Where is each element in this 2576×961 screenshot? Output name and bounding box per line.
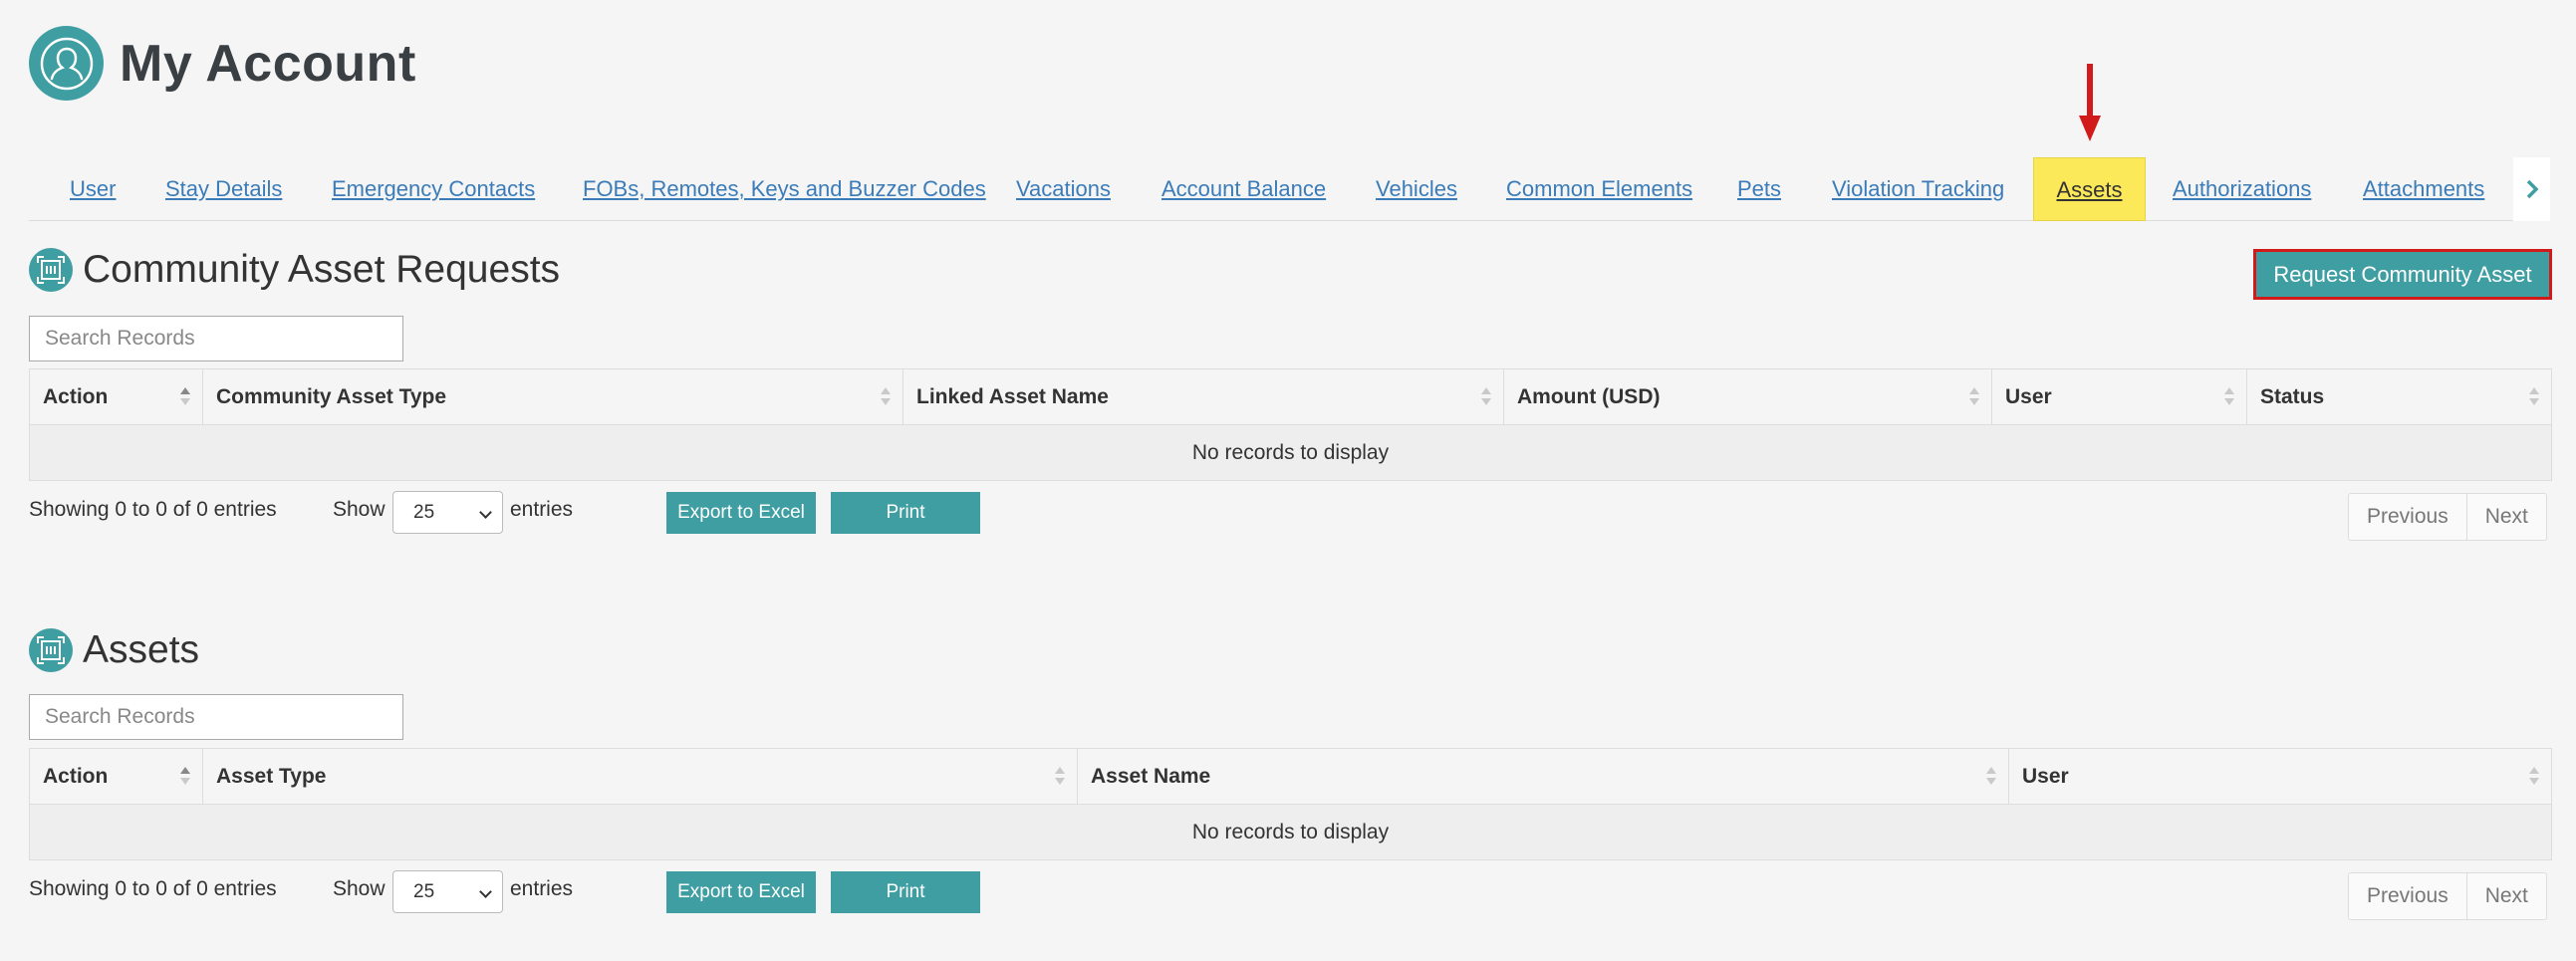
column-header-user[interactable]: User <box>1992 369 2247 425</box>
sort-icon <box>2224 387 2234 407</box>
assets-table: Action Asset Type Asset Name User No rec… <box>29 748 2552 860</box>
table-header: Action Community Asset Type Linked Asset… <box>30 369 2551 425</box>
tab-authorizations[interactable]: Authorizations <box>2173 157 2311 221</box>
sort-icon <box>180 387 190 407</box>
community-requests-heading: Community Asset Requests <box>29 248 560 292</box>
assets-icon <box>29 248 73 292</box>
user-avatar-icon <box>29 26 104 101</box>
column-header-status[interactable]: Status <box>2247 369 2551 425</box>
section-title: Community Asset Requests <box>83 248 561 291</box>
previous-page-button[interactable]: Previous <box>2349 873 2467 919</box>
column-header-action[interactable]: Action <box>30 749 203 805</box>
tab-emergency-contacts[interactable]: Emergency Contacts <box>332 157 535 221</box>
show-label: Show <box>333 498 386 521</box>
pagination: Previous Next <box>2348 872 2547 920</box>
search-input[interactable] <box>29 694 403 740</box>
column-header-amount[interactable]: Amount (USD) <box>1504 369 1992 425</box>
tab-stay-details[interactable]: Stay Details <box>165 157 282 221</box>
tab-user[interactable]: User <box>70 157 116 221</box>
sort-icon <box>881 387 891 407</box>
assets-heading: Assets <box>29 628 199 672</box>
sort-icon <box>2529 767 2539 787</box>
entries-label: entries <box>510 877 574 900</box>
page-header: My Account <box>29 26 416 101</box>
next-page-button[interactable]: Next <box>2467 873 2546 919</box>
empty-table-message: No records to display <box>30 805 2551 859</box>
column-header-asset-name[interactable]: Asset Name <box>1078 749 2009 805</box>
page-size-select[interactable]: 25 <box>392 491 503 534</box>
section-title: Assets <box>83 628 200 671</box>
tab-assets[interactable]: Assets <box>2033 157 2146 221</box>
tab-fobs-remotes-keys[interactable]: FOBs, Remotes, Keys and Buzzer Codes <box>583 157 986 221</box>
request-community-asset-button[interactable]: Request Community Asset <box>2253 249 2552 300</box>
show-label: Show <box>333 877 386 900</box>
community-requests-table: Action Community Asset Type Linked Asset… <box>29 368 2552 481</box>
sort-icon <box>1969 387 1979 407</box>
account-tabs: User Stay Details Emergency Contacts FOB… <box>29 157 2550 221</box>
previous-page-button[interactable]: Previous <box>2349 494 2467 540</box>
red-arrow-annotation-icon <box>2079 64 2101 141</box>
tab-common-elements[interactable]: Common Elements <box>1506 157 1692 221</box>
chevron-down-icon <box>479 506 492 519</box>
column-header-asset-type[interactable]: Asset Type <box>203 749 1078 805</box>
page-size-select[interactable]: 25 <box>392 870 503 913</box>
sort-icon <box>1481 387 1491 407</box>
sort-icon <box>2529 387 2539 407</box>
sort-icon <box>1986 767 1996 787</box>
table-header: Action Asset Type Asset Name User <box>30 749 2551 805</box>
showing-entries-text: Showing 0 to 0 of 0 entries <box>29 498 277 521</box>
tab-pets[interactable]: Pets <box>1737 157 1781 221</box>
pagination: Previous Next <box>2348 493 2547 541</box>
entries-label: entries <box>510 498 574 521</box>
next-page-button[interactable]: Next <box>2467 494 2546 540</box>
column-header-community-asset-type[interactable]: Community Asset Type <box>203 369 903 425</box>
tab-attachments[interactable]: Attachments <box>2363 157 2484 221</box>
chevron-down-icon <box>479 885 492 898</box>
assets-icon <box>29 628 73 672</box>
empty-table-message: No records to display <box>30 425 2551 480</box>
column-header-user[interactable]: User <box>2009 749 2551 805</box>
search-input[interactable] <box>29 316 403 361</box>
column-header-linked-asset-name[interactable]: Linked Asset Name <box>903 369 1504 425</box>
tab-violation-tracking[interactable]: Violation Tracking <box>1832 157 2004 221</box>
column-header-action[interactable]: Action <box>30 369 203 425</box>
sort-icon <box>1055 767 1065 787</box>
showing-entries-text: Showing 0 to 0 of 0 entries <box>29 877 277 900</box>
tabs-scroll-right-button[interactable] <box>2513 157 2550 221</box>
print-button[interactable]: Print <box>831 492 980 534</box>
export-to-excel-button[interactable]: Export to Excel <box>666 871 816 913</box>
tab-vacations[interactable]: Vacations <box>1016 157 1111 221</box>
sort-icon <box>180 767 190 787</box>
export-to-excel-button[interactable]: Export to Excel <box>666 492 816 534</box>
page-title: My Account <box>120 34 416 93</box>
print-button[interactable]: Print <box>831 871 980 913</box>
tab-account-balance[interactable]: Account Balance <box>1161 157 1326 221</box>
tab-vehicles[interactable]: Vehicles <box>1376 157 1457 221</box>
chevron-right-icon <box>2526 179 2538 199</box>
